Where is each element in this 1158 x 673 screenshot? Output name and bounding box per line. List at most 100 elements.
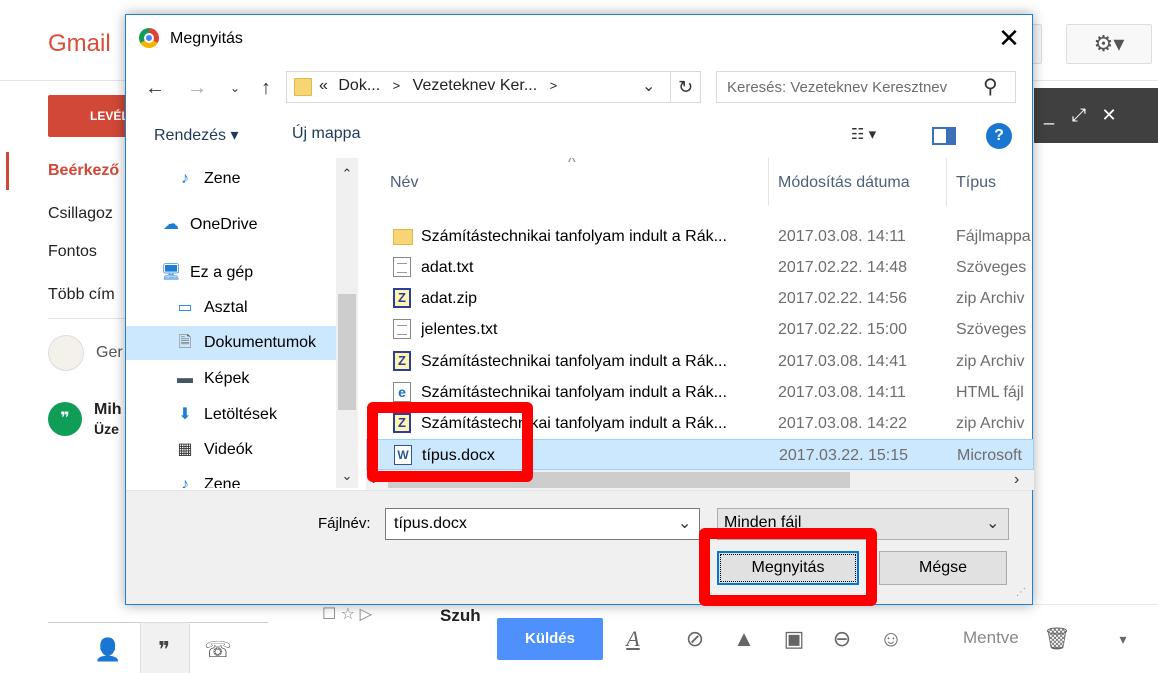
column-separator[interactable] xyxy=(946,158,947,206)
file-row[interactable]: Számítástechnikai tanfolyam indult a Rák… xyxy=(366,221,1034,252)
file-type: Fájlmappa xyxy=(956,228,1031,245)
file-row[interactable]: Z adat.zip 2017.02.22. 14:56 zip Archiv xyxy=(366,283,1034,314)
photo-icon[interactable]: ▣ xyxy=(777,622,811,656)
drive-icon[interactable]: ▲ xyxy=(727,622,761,656)
contact-message: Üze xyxy=(94,421,119,437)
file-date: 2017.03.08. 14:11 xyxy=(778,228,906,245)
nav-pane-item-documents[interactable]: 🗎 Dokumentumok xyxy=(126,326,336,360)
phone-icon[interactable]: ☏ xyxy=(198,632,238,668)
column-header-date[interactable]: Módosítás dátuma xyxy=(778,166,910,200)
person-icon[interactable]: 👤 xyxy=(88,632,128,668)
gmail-logo[interactable]: Gmail xyxy=(48,30,111,58)
nav-pane-item-videos[interactable]: ▦ Videók xyxy=(126,433,336,467)
search-input[interactable]: Keresés: Vezeteknev Keresztnev ⚲ xyxy=(716,71,1016,103)
settings-button[interactable]: ⚙▾ xyxy=(1066,24,1152,64)
avatar[interactable] xyxy=(48,335,84,371)
nav-pane-item-downloads[interactable]: ⬇ Letöltések xyxy=(126,398,336,432)
close-button[interactable]: ✕ xyxy=(986,19,1032,57)
hangouts-icon[interactable]: ❞ xyxy=(48,402,82,436)
column-header-type[interactable]: Típus xyxy=(956,166,996,200)
minimize-icon[interactable]: _ xyxy=(1034,88,1064,143)
emoji-icon[interactable]: ☺ xyxy=(874,622,908,656)
file-date: 2017.02.22. 14:48 xyxy=(778,259,908,276)
nav-inbox[interactable]: Beérkező xyxy=(48,162,128,180)
nav-pane-item-desktop[interactable]: ▭ Asztal xyxy=(126,291,336,325)
formatting-icon[interactable]: A xyxy=(616,622,650,656)
change-view-icon[interactable]: ☷ ▾ xyxy=(851,125,876,143)
file-type: zip Archiv xyxy=(956,353,1025,370)
file-row[interactable]: adat.txt 2017.02.22. 14:48 Szöveges xyxy=(366,252,1034,283)
expand-icon[interactable]: ⤢ xyxy=(1064,88,1094,143)
resize-grip-icon[interactable]: ⋰ xyxy=(1016,587,1026,598)
file-type: zip Archiv xyxy=(956,415,1025,432)
cancel-button[interactable]: Mégse xyxy=(879,551,1007,585)
hangouts-icon[interactable]: ❞ xyxy=(144,632,184,668)
folder-icon xyxy=(393,229,413,245)
recent-locations-chevron-icon[interactable]: ⌄ xyxy=(222,73,248,103)
column-separator[interactable] xyxy=(768,158,769,206)
preview-pane-icon[interactable] xyxy=(932,127,956,145)
text-file-icon xyxy=(393,257,411,277)
chevron-right-icon[interactable]: › xyxy=(1014,470,1019,490)
breadcrumb-documents[interactable]: Dok... xyxy=(338,77,380,94)
documents-icon: 🗎 xyxy=(178,334,192,351)
scrollbar-thumb[interactable] xyxy=(338,294,356,410)
chevron-down-icon[interactable]: ⌄ xyxy=(678,513,691,533)
link-icon[interactable]: ⊖ xyxy=(825,622,859,656)
chevron-up-icon[interactable]: ⌃ xyxy=(336,166,358,182)
file-type: HTML fájl xyxy=(956,384,1024,401)
file-name: adat.txt xyxy=(421,259,474,276)
nav-pane-label: Letöltések xyxy=(204,406,277,423)
new-folder-button[interactable]: Új mappa xyxy=(292,125,360,143)
email-row-sender[interactable]: Szuh xyxy=(440,606,481,626)
more-options-icon[interactable]: ▾ xyxy=(1106,622,1140,656)
attach-icon[interactable]: ⊘ xyxy=(678,622,712,656)
file-name: Számítástechnikai tanfolyam indult a Rák… xyxy=(421,353,727,370)
file-date: 2017.03.08. 14:41 xyxy=(778,353,908,370)
hangout-user-name[interactable]: Ger xyxy=(96,344,123,362)
compose-button[interactable]: LEVÉL xyxy=(48,95,130,137)
nav-pane-item-music-2[interactable]: ♪ Zene xyxy=(126,468,336,488)
filename-input[interactable]: típus.docx ⌄ xyxy=(385,508,700,540)
nav-starred[interactable]: Csillagoz xyxy=(48,205,128,223)
nav-pane-item-onedrive[interactable]: ☁ OneDrive xyxy=(126,208,336,242)
breadcrumb-separator-icon[interactable]: > xyxy=(550,78,558,93)
email-row-controls[interactable]: ☐ ☆ ▷ xyxy=(322,604,372,624)
refresh-icon[interactable]: ↻ xyxy=(671,71,701,103)
compose-window-header[interactable]: _ ⤢ ✕ xyxy=(1034,88,1158,143)
forward-arrow-icon[interactable]: → xyxy=(184,73,210,103)
contact-name[interactable]: Mih xyxy=(94,401,122,419)
nav-pane-label: Zene xyxy=(204,170,241,187)
trash-icon[interactable]: 🗑 xyxy=(1040,622,1074,656)
nav-important[interactable]: Fontos xyxy=(48,243,128,257)
back-arrow-icon[interactable]: ← xyxy=(142,73,168,103)
organize-menu-button[interactable]: Rendezés ▾ xyxy=(154,125,239,145)
column-header-name[interactable]: Név xyxy=(390,166,418,200)
chevron-down-icon[interactable]: ⌄ xyxy=(336,468,358,484)
zip-file-icon: Z xyxy=(393,288,411,308)
up-arrow-icon[interactable]: ↑ xyxy=(253,73,279,103)
help-icon[interactable]: ? xyxy=(986,123,1012,149)
breadcrumb-separator-icon[interactable]: > xyxy=(393,78,401,93)
send-button[interactable]: Küldés xyxy=(497,618,603,660)
nav-pane-item-pictures[interactable]: ▬ Képek xyxy=(126,362,336,396)
nav-pane-label: Asztal xyxy=(204,299,248,316)
address-bar[interactable]: « Dok... > Vezeteknev Ker... > ⌄ xyxy=(286,71,671,103)
chevron-down-icon[interactable]: ⌄ xyxy=(986,513,999,533)
nav-pane-item-this-pc[interactable]: 🖥 Ez a gép xyxy=(126,256,336,290)
highlight-selected-file xyxy=(367,402,533,482)
nav-pane-item-music[interactable]: ♪ Zene xyxy=(126,162,336,196)
nav-pane-scrollbar[interactable]: ⌃ ⌄ xyxy=(336,158,358,488)
breadcrumb-current-folder[interactable]: Vezeteknev Ker... xyxy=(413,77,538,94)
breadcrumb-overflow[interactable]: « xyxy=(319,77,328,94)
nav-more-labels[interactable]: Több cím xyxy=(48,286,128,304)
file-row[interactable]: jelentes.txt 2017.02.22. 15:00 Szöveges xyxy=(366,314,1034,345)
search-placeholder: Keresés: Vezeteknev Keresztnev xyxy=(727,79,948,96)
chevron-down-icon[interactable]: ⌄ xyxy=(642,76,655,96)
close-icon[interactable]: ✕ xyxy=(1094,88,1124,143)
filename-value: típus.docx xyxy=(394,515,467,532)
file-row[interactable]: Z Számítástechnikai tanfolyam indult a R… xyxy=(366,346,1034,377)
search-icon: ⚲ xyxy=(983,76,998,98)
breadcrumb[interactable]: « Dok... > Vezeteknev Ker... > xyxy=(319,77,557,95)
open-file-dialog: Megnyitás ✕ ← → ⌄ ↑ « Dok... > Vezetekne… xyxy=(125,14,1034,605)
